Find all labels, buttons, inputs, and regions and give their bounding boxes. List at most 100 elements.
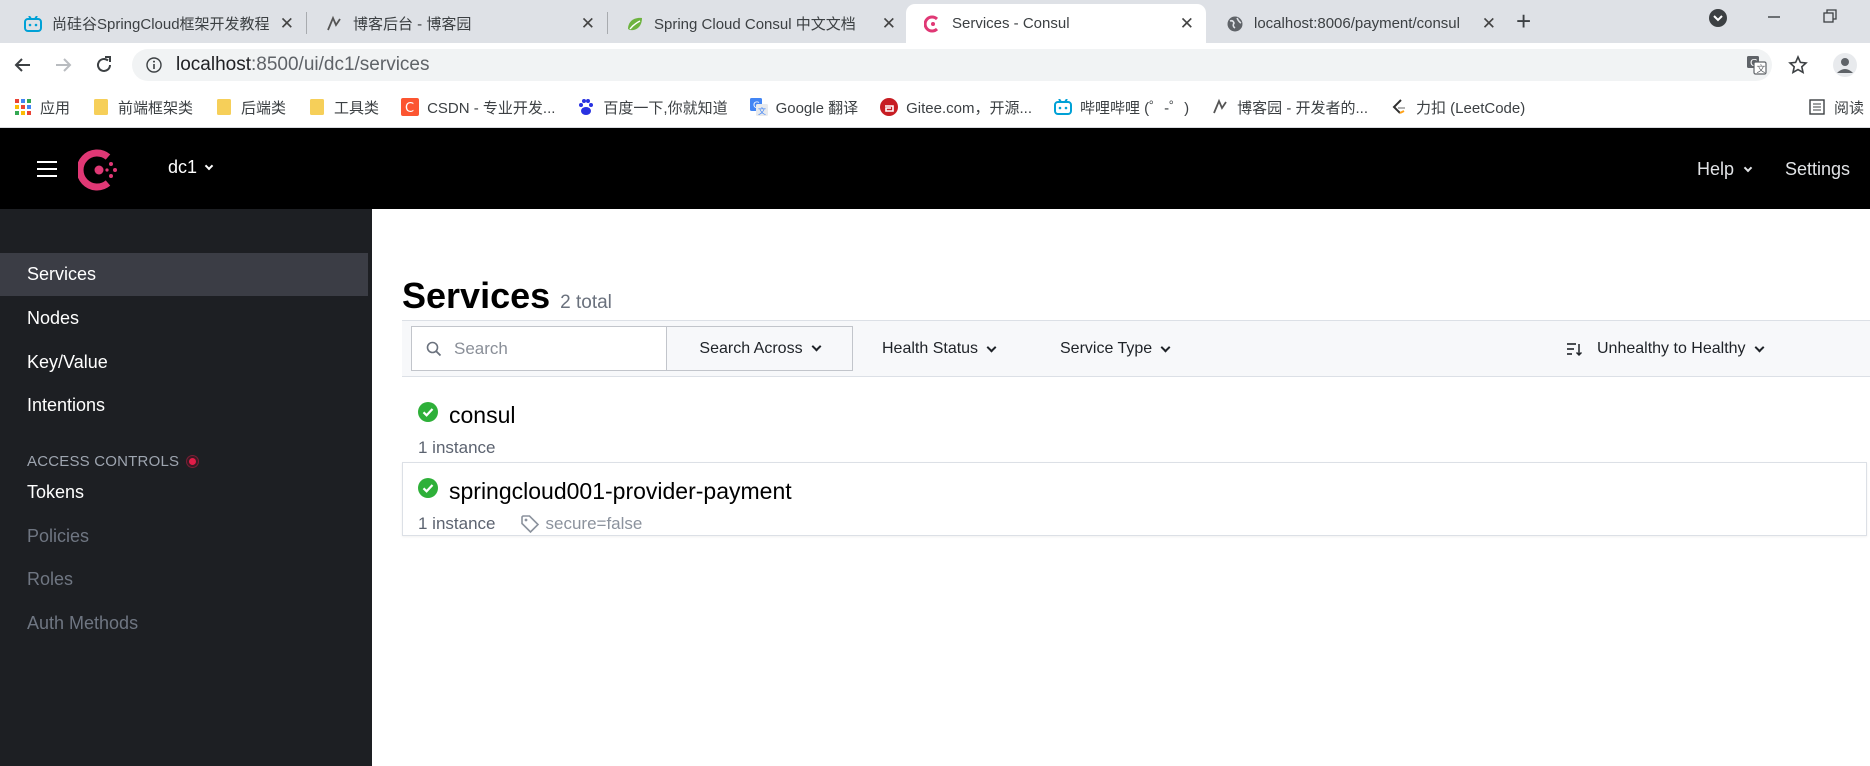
bookmark-apps[interactable]: 应用 xyxy=(14,97,70,118)
service-name[interactable]: consul xyxy=(449,402,515,429)
browser-tab[interactable]: localhost:8006/payment/consul ✕ xyxy=(1208,4,1508,43)
tab-title: 博客后台 - 博客园 xyxy=(353,16,472,33)
bookmark-label: 力扣 (LeetCode) xyxy=(1416,99,1526,117)
search-input[interactable] xyxy=(454,338,644,359)
settings-label: Settings xyxy=(1785,159,1851,179)
close-icon[interactable]: ✕ xyxy=(581,14,595,34)
bookmark-label: Google 翻译 xyxy=(775,99,859,117)
menu-icon[interactable] xyxy=(37,161,57,182)
service-row[interactable]: consul 1 instance xyxy=(402,386,1870,461)
bookmark-label: 工具类 xyxy=(334,99,380,117)
bookmark-baidu[interactable]: 百度一下,你就知道 xyxy=(577,97,728,118)
service-row[interactable]: springcloud001-provider-payment 1 instan… xyxy=(402,462,1867,536)
new-tab-button[interactable]: + xyxy=(1516,8,1531,34)
close-icon[interactable]: ✕ xyxy=(280,14,294,34)
consul-logo-icon[interactable] xyxy=(76,149,120,191)
tag-label: secure=false xyxy=(545,514,643,533)
back-arrow-icon[interactable] xyxy=(11,53,35,77)
settings-link[interactable]: Settings xyxy=(1785,159,1850,180)
search-icon xyxy=(426,341,442,357)
baidu-icon xyxy=(577,98,595,116)
translate-icon[interactable]: G文 xyxy=(1746,55,1768,80)
status-dot-icon xyxy=(187,456,199,467)
service-name[interactable]: springcloud001-provider-payment xyxy=(449,478,792,505)
health-passing-icon xyxy=(418,402,438,422)
forward-arrow-icon[interactable] xyxy=(51,53,75,77)
search-field[interactable] xyxy=(411,326,666,371)
site-info-icon[interactable] xyxy=(146,57,162,73)
tab-title: Services - Consul xyxy=(952,15,1070,32)
bookmark-cnblogs[interactable]: 博客园 - 开发者的... xyxy=(1211,97,1368,118)
browser-tab-active[interactable]: Services - Consul ✕ xyxy=(906,4,1206,43)
csdn-icon: C xyxy=(401,98,420,116)
bookmark-star-icon[interactable] xyxy=(1788,55,1808,80)
sidebar-item-label: Intentions xyxy=(27,395,106,415)
sidebar-item-label: Roles xyxy=(27,569,74,589)
browser-tab[interactable]: Spring Cloud Consul 中文文档 ✕ xyxy=(608,4,908,43)
bookmark-leetcode[interactable]: 力扣 (LeetCode) xyxy=(1390,97,1525,118)
instance-count: 1 instance xyxy=(418,514,496,533)
chevron-down-icon xyxy=(1754,342,1764,352)
bookmark-folder[interactable]: 前端框架类 xyxy=(92,97,193,118)
bookmark-csdn[interactable]: C CSDN - 专业开发... xyxy=(401,97,555,118)
bookmark-gitee[interactable]: Gitee.com，开源... xyxy=(880,97,1032,118)
bookmark-folder[interactable]: 工具类 xyxy=(308,97,379,118)
bookmark-label: 应用 xyxy=(40,99,71,117)
close-icon[interactable]: ✕ xyxy=(1482,14,1496,34)
bookmark-google-translate[interactable]: G文 Google 翻译 xyxy=(749,97,859,118)
profile-avatar-icon[interactable] xyxy=(1832,52,1858,83)
sidebar-item-nodes[interactable]: Nodes xyxy=(0,297,368,340)
reload-icon[interactable] xyxy=(92,53,116,77)
apps-grid-icon xyxy=(14,98,32,116)
sidebar: Services Nodes Key/Value Intentions ACCE… xyxy=(0,209,372,766)
datacenter-dropdown[interactable]: dc1 xyxy=(168,157,214,178)
health-status-dropdown[interactable]: Health Status xyxy=(882,340,997,358)
sidebar-item-label: Nodes xyxy=(27,308,80,328)
reading-list-button[interactable]: 阅读 xyxy=(1808,97,1864,118)
service-type-dropdown[interactable]: Service Type xyxy=(1060,340,1171,358)
sidebar-item-intentions[interactable]: Intentions xyxy=(0,384,368,427)
sidebar-item-services[interactable]: Services xyxy=(0,253,368,296)
svg-text:C: C xyxy=(405,101,414,116)
search-across-dropdown[interactable]: Search Across xyxy=(666,326,853,371)
bookmark-label: Gitee.com，开源... xyxy=(906,99,1032,117)
page-heading: Services xyxy=(402,275,551,316)
sidebar-item-label: Auth Methods xyxy=(27,613,139,633)
cnblogs-icon xyxy=(325,15,343,33)
consul-icon xyxy=(924,15,942,33)
service-count: 2 total xyxy=(560,292,612,313)
tab-search-icon[interactable] xyxy=(1708,8,1728,33)
bookmark-label: 前端框架类 xyxy=(118,99,194,117)
svg-text:文: 文 xyxy=(758,106,766,116)
reading-list-icon xyxy=(1808,98,1826,116)
bookmark-label: 后端类 xyxy=(241,99,287,117)
chevron-down-icon xyxy=(811,341,822,352)
bookmark-folder[interactable]: 后端类 xyxy=(215,97,286,118)
datacenter-label: dc1 xyxy=(168,157,198,177)
folder-icon xyxy=(308,98,326,116)
browser-tab[interactable]: 博客后台 - 博客园 ✕ xyxy=(307,4,607,43)
sort-icon xyxy=(1566,341,1582,357)
service-meta: 1 instance xyxy=(418,438,496,458)
address-bar[interactable]: localhost:8500/ui/dc1/services xyxy=(132,49,1772,81)
bookmark-bilibili[interactable]: 哔哩哔哩 (゜-゜) xyxy=(1054,97,1189,118)
health-passing-icon xyxy=(418,478,438,498)
minimize-icon[interactable] xyxy=(1766,8,1782,29)
help-dropdown[interactable]: Help xyxy=(1697,159,1753,180)
gitee-icon xyxy=(880,98,899,116)
browser-tab[interactable]: 尚硅谷SpringCloud框架开发教程 ✕ xyxy=(6,4,306,43)
bilibili-icon xyxy=(24,15,42,33)
sidebar-item-key-value[interactable]: Key/Value xyxy=(0,341,368,384)
sidebar-item-tokens[interactable]: Tokens xyxy=(0,471,368,514)
close-icon[interactable]: ✕ xyxy=(1180,14,1194,34)
service-meta: 1 instance secure=false xyxy=(418,514,642,534)
sidebar-item-label: Policies xyxy=(27,526,90,546)
close-icon[interactable]: ✕ xyxy=(882,14,896,34)
bookmark-label: 哔哩哔哩 (゜-゜) xyxy=(1080,99,1190,117)
bookmarks-bar: 应用 前端框架类 后端类 工具类 C CSDN - 专业开发... 百度一下,你… xyxy=(0,87,1870,128)
url-host: localhost xyxy=(176,54,251,75)
chevron-down-icon xyxy=(1743,163,1753,172)
health-status-label: Health Status xyxy=(882,340,979,357)
sort-dropdown[interactable]: Unhealthy to Healthy xyxy=(1566,340,1764,358)
restore-icon[interactable] xyxy=(1822,8,1838,29)
